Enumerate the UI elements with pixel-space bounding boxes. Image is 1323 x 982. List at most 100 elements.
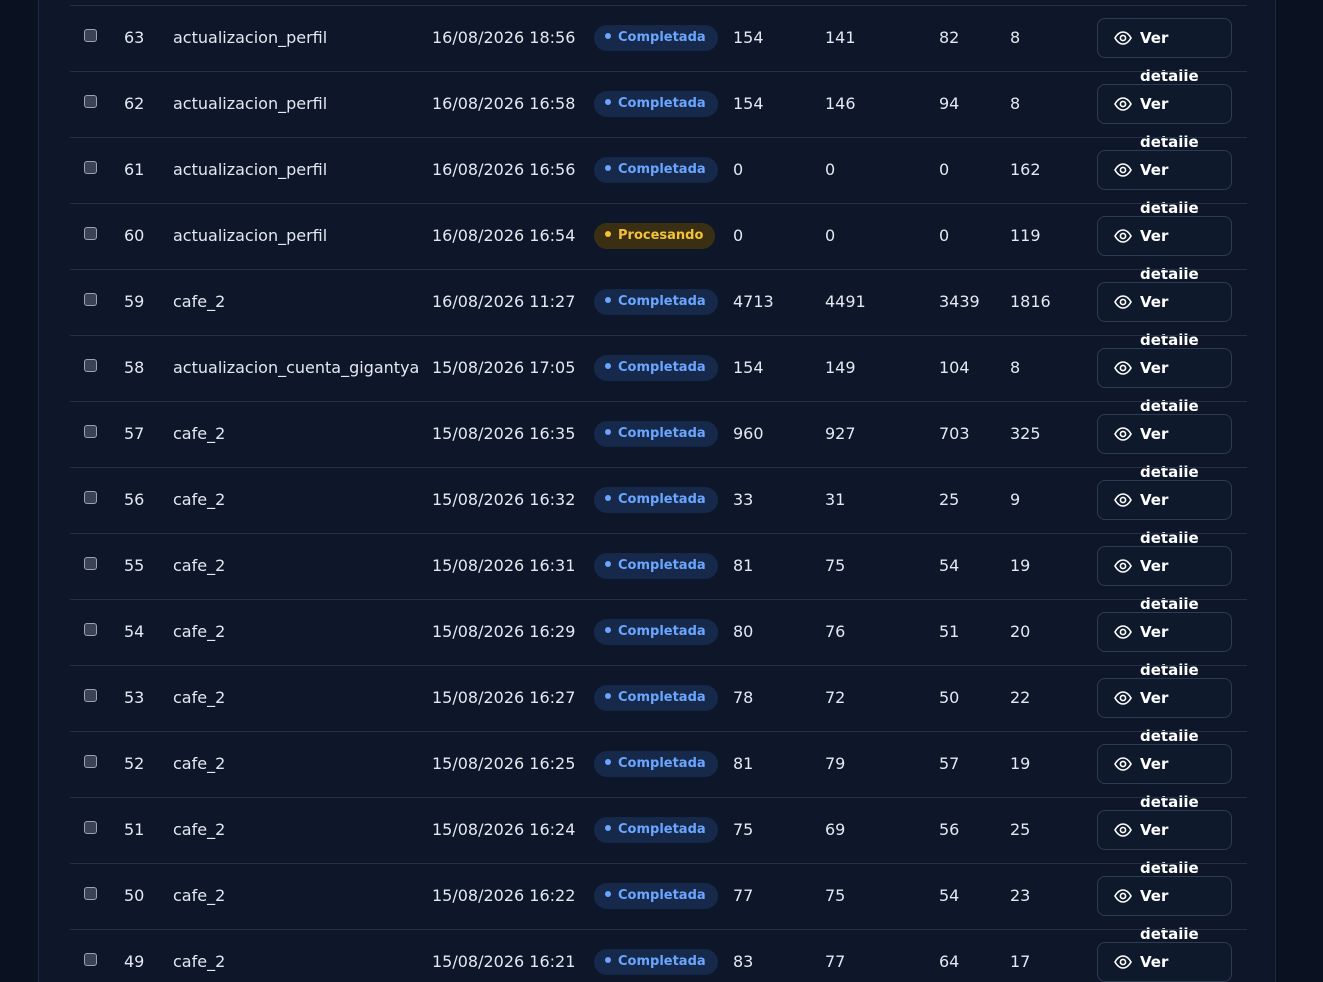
- row-checkbox[interactable]: [84, 491, 97, 504]
- row-value-2: 0: [825, 226, 836, 245]
- row-checkbox[interactable]: [84, 887, 97, 900]
- row-name: cafe_2: [173, 754, 226, 773]
- table-body: 63 actualizacion_perfil 16/08/2026 18:56…: [70, 5, 1247, 982]
- status-dot: [605, 99, 611, 105]
- row-checkbox[interactable]: [84, 359, 97, 372]
- row-id: 52: [124, 754, 145, 773]
- row-name: actualizacion_cuenta_gigantya: [173, 358, 420, 377]
- status-dot: [605, 759, 611, 765]
- row-value-4: 9: [1010, 490, 1021, 509]
- eye-icon: [1114, 97, 1132, 111]
- row-status: Completada: [594, 336, 718, 401]
- row-value-3: 0: [939, 226, 950, 245]
- row-date: 15/08/2026 17:05: [432, 358, 576, 377]
- status-badge: Completada: [594, 156, 718, 183]
- row-checkbox[interactable]: [84, 29, 97, 42]
- row-value-1: 154: [733, 94, 764, 113]
- view-detail-button[interactable]: Ver detalle: [1097, 216, 1232, 283]
- status-dot: [605, 495, 611, 501]
- row-checkbox[interactable]: [84, 95, 97, 108]
- row-checkbox[interactable]: [84, 953, 97, 966]
- view-detail-button[interactable]: Ver detalle: [1097, 876, 1232, 943]
- row-value-2: 72: [825, 688, 846, 707]
- row-value-2: 75: [825, 886, 846, 905]
- row-value-2: 75: [825, 556, 846, 575]
- row-checkbox[interactable]: [84, 821, 97, 834]
- view-detail-button[interactable]: Ver detalle: [1097, 480, 1232, 547]
- row-value-4: 8: [1010, 358, 1021, 377]
- jobs-table: 63 actualizacion_perfil 16/08/2026 18:56…: [70, 5, 1247, 982]
- row-value-2: 31: [825, 490, 846, 509]
- status-dot: [605, 891, 611, 897]
- row-checkbox[interactable]: [84, 293, 97, 306]
- eye-icon: [1114, 625, 1132, 639]
- row-id: 58: [124, 358, 145, 377]
- row-value-3: 25: [939, 490, 960, 509]
- view-detail-button[interactable]: Ver detalle: [1097, 150, 1232, 217]
- row-checkbox[interactable]: [84, 557, 97, 570]
- status-badge: Completada: [594, 882, 718, 909]
- row-value-1: 78: [733, 688, 754, 707]
- table-row: 58 actualizacion_cuenta_gigantya 15/08/2…: [70, 335, 1247, 415]
- status-badge: Completada: [594, 90, 718, 117]
- view-detail-button[interactable]: Ver detalle: [1097, 18, 1232, 85]
- row-value-2: 79: [825, 754, 846, 773]
- eye-icon: [1114, 823, 1132, 837]
- status-dot: [605, 957, 611, 963]
- row-date: 15/08/2026 16:25: [432, 754, 576, 773]
- table-row: 51 cafe_2 15/08/2026 16:24 Completada 75…: [70, 797, 1247, 877]
- view-detail-button[interactable]: Ver detalle: [1097, 414, 1232, 481]
- view-detail-button[interactable]: Ver detalle: [1097, 546, 1232, 613]
- row-date: 15/08/2026 16:35: [432, 424, 576, 443]
- row-id: 53: [124, 688, 145, 707]
- row-checkbox[interactable]: [84, 755, 97, 768]
- view-detail-button[interactable]: Ver detalle: [1097, 84, 1232, 151]
- row-name: cafe_2: [173, 886, 226, 905]
- row-value-1: 33: [733, 490, 754, 509]
- row-checkbox[interactable]: [84, 623, 97, 636]
- row-checkbox[interactable]: [84, 425, 97, 438]
- view-detail-button[interactable]: Ver detalle: [1097, 810, 1232, 877]
- eye-icon: [1114, 427, 1132, 441]
- row-checkbox[interactable]: [84, 161, 97, 174]
- status-badge: Completada: [594, 618, 718, 645]
- row-value-3: 64: [939, 952, 960, 971]
- row-date: 15/08/2026 16:24: [432, 820, 576, 839]
- row-status: Completada: [594, 270, 718, 335]
- status-dot: [605, 363, 611, 369]
- view-detail-button[interactable]: Ver detalle: [1097, 678, 1232, 745]
- row-name: cafe_2: [173, 490, 226, 509]
- status-dot: [605, 297, 611, 303]
- table-row: 60 actualizacion_perfil 16/08/2026 16:54…: [70, 203, 1247, 283]
- status-label: Completada: [618, 425, 706, 441]
- row-value-3: 56: [939, 820, 960, 839]
- eye-icon: [1114, 691, 1132, 705]
- eye-icon: [1114, 229, 1132, 243]
- row-date: 16/08/2026 16:56: [432, 160, 576, 179]
- view-detail-button[interactable]: Ver detalle: [1097, 282, 1232, 349]
- row-status: Completada: [594, 666, 718, 731]
- view-detail-button[interactable]: Ver detalle: [1097, 612, 1232, 679]
- row-name: cafe_2: [173, 688, 226, 707]
- eye-icon: [1114, 889, 1132, 903]
- row-status: Completada: [594, 72, 718, 137]
- row-value-4: 22: [1010, 688, 1031, 707]
- row-checkbox[interactable]: [84, 689, 97, 702]
- row-status: Completada: [594, 798, 718, 863]
- view-detail-button[interactable]: Ver detalle: [1097, 942, 1232, 982]
- eye-icon: [1114, 757, 1132, 771]
- row-date: 15/08/2026 16:32: [432, 490, 576, 509]
- row-id: 49: [124, 952, 145, 971]
- status-badge: Completada: [594, 354, 718, 381]
- view-detail-button[interactable]: Ver detalle: [1097, 744, 1232, 811]
- view-detail-button[interactable]: Ver detalle: [1097, 348, 1232, 415]
- row-value-3: 3439: [939, 292, 980, 311]
- table-row: 54 cafe_2 15/08/2026 16:29 Completada 80…: [70, 599, 1247, 679]
- row-name: actualizacion_perfil: [173, 160, 328, 179]
- row-status: Completada: [594, 468, 718, 533]
- view-detail-label: Ver detalle: [1140, 953, 1169, 971]
- row-date: 15/08/2026 16:27: [432, 688, 576, 707]
- status-badge: Completada: [594, 420, 718, 447]
- row-checkbox[interactable]: [84, 227, 97, 240]
- status-label: Completada: [618, 359, 706, 375]
